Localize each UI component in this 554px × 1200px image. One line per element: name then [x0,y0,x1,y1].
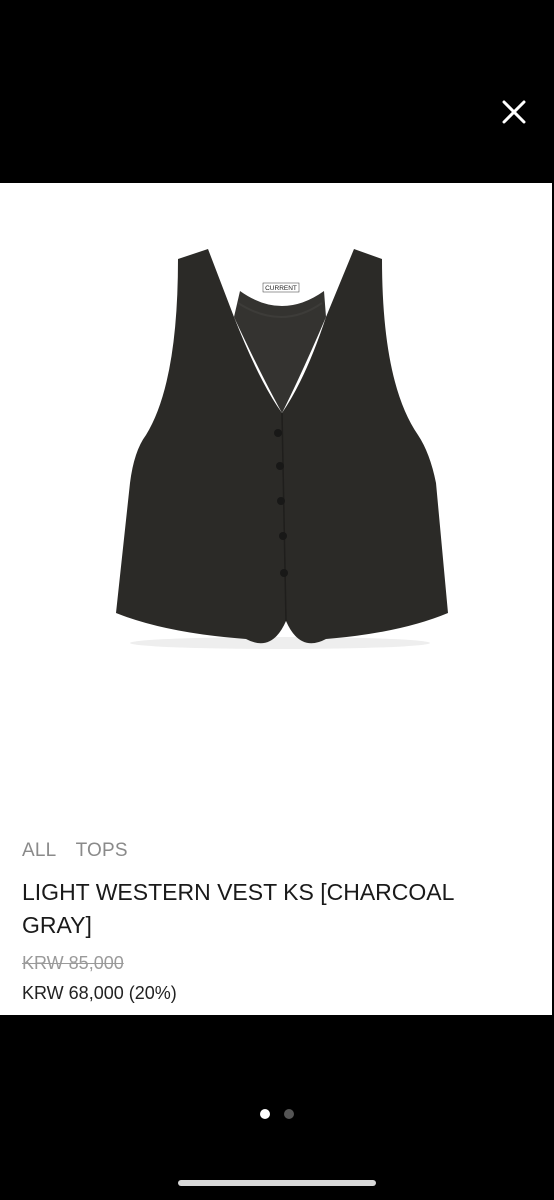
product-card: CURRENT ALL TOPS LIGHT WESTERN VEST KS [… [0,183,552,1015]
close-icon [502,100,526,124]
top-bar [0,0,554,183]
breadcrumb: ALL TOPS [22,840,142,862]
product-title: LIGHT WESTERN VEST KS [CHARCOAL GRAY] [22,879,454,938]
breadcrumb-item-all[interactable]: ALL [22,840,56,861]
gallery-pagination [0,1109,554,1119]
pagination-dot-2[interactable] [284,1109,294,1119]
breadcrumb-item-tops[interactable]: TOPS [76,840,128,861]
product-image-vest[interactable]: CURRENT [100,213,460,653]
sale-price: KRW 68,000 (20%) [22,983,177,1003]
brand-label: CURRENT [265,285,297,292]
close-button[interactable] [494,92,534,132]
home-indicator[interactable] [178,1180,376,1186]
original-price: KRW 85,000 [22,953,124,973]
pagination-dot-1[interactable] [260,1109,270,1119]
